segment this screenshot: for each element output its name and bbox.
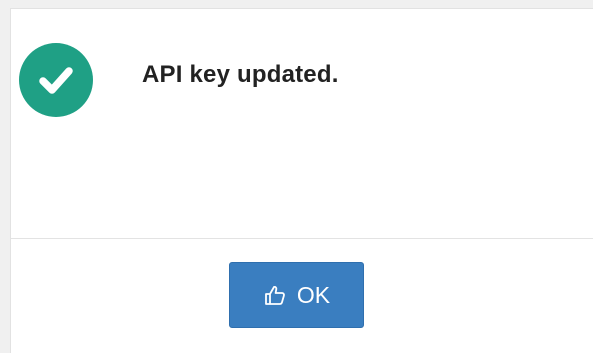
dialog-footer: OK [11, 239, 593, 353]
thumbs-up-icon [263, 283, 287, 307]
alert-dialog: API key updated. OK [10, 8, 593, 353]
dialog-message: API key updated. [142, 61, 339, 88]
dialog-body: API key updated. [11, 9, 593, 239]
check-circle-icon [19, 43, 93, 117]
ok-button-label: OK [296, 281, 331, 308]
ok-button[interactable]: OK [229, 262, 364, 328]
